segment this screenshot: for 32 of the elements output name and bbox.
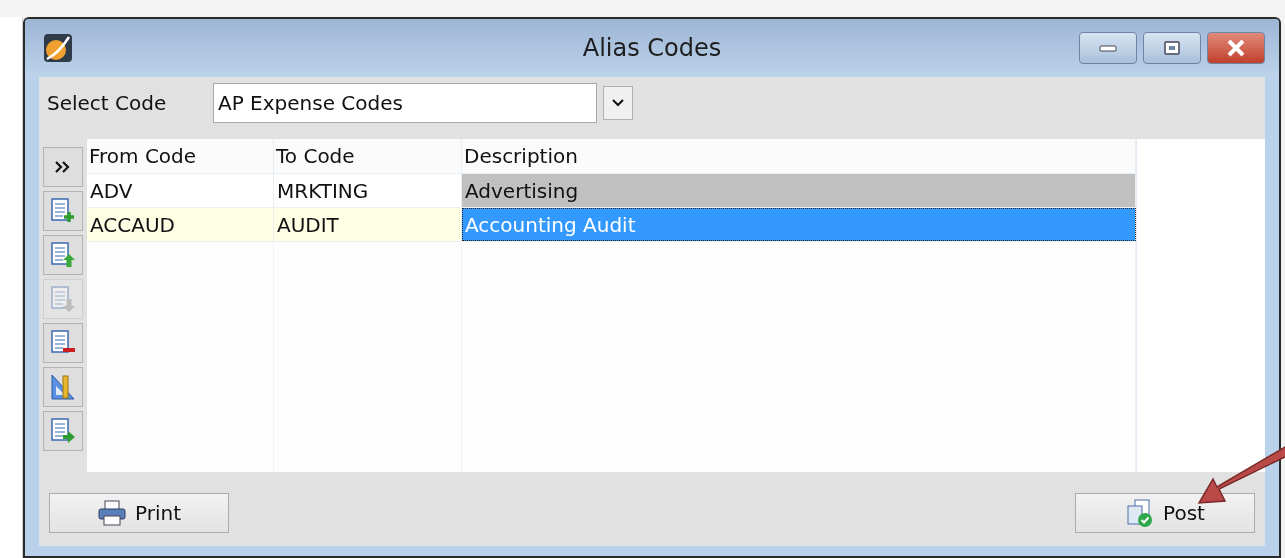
document-down-arrow-icon	[50, 285, 76, 313]
document-plus-icon	[50, 197, 76, 225]
print-button[interactable]: Print	[49, 493, 229, 533]
select-code-field[interactable]: AP Expense Codes	[213, 83, 597, 123]
table-cell: Accounting Audit	[462, 208, 1136, 241]
set-square-ruler-icon	[50, 373, 76, 401]
minimize-icon	[1099, 44, 1117, 52]
printer-icon	[97, 499, 127, 527]
document-up-arrow-icon	[50, 241, 76, 269]
double-chevron-icon	[54, 160, 72, 174]
maximize-icon	[1163, 40, 1181, 56]
select-code-label: Select Code	[47, 91, 168, 115]
table-row[interactable]: ACCAUD AUDIT Accounting Audit	[87, 208, 1136, 242]
document-arrow-icon	[50, 417, 76, 445]
column-header[interactable]: Description	[462, 139, 1136, 173]
window-title: Alias Codes	[582, 34, 722, 62]
app-logo-icon	[43, 33, 73, 63]
post-button[interactable]: Post	[1075, 493, 1255, 533]
table-row[interactable]: ADV MRKTING Advertising	[87, 174, 1136, 208]
minimize-button[interactable]	[1079, 32, 1137, 64]
table-cell: Advertising	[462, 174, 1136, 207]
table-cell: ADV	[87, 174, 274, 207]
dropdown-button[interactable]	[603, 86, 633, 120]
toolbar-button[interactable]	[43, 147, 83, 187]
chevron-down-icon	[612, 99, 624, 107]
table-cell: ACCAUD	[87, 208, 274, 241]
close-icon	[1225, 39, 1247, 57]
toolbar-button[interactable]	[43, 323, 83, 363]
column-header[interactable]: To Code	[274, 139, 462, 173]
close-button[interactable]	[1207, 32, 1265, 64]
maximize-button[interactable]	[1143, 32, 1201, 64]
column-header[interactable]: From Code	[87, 139, 274, 173]
